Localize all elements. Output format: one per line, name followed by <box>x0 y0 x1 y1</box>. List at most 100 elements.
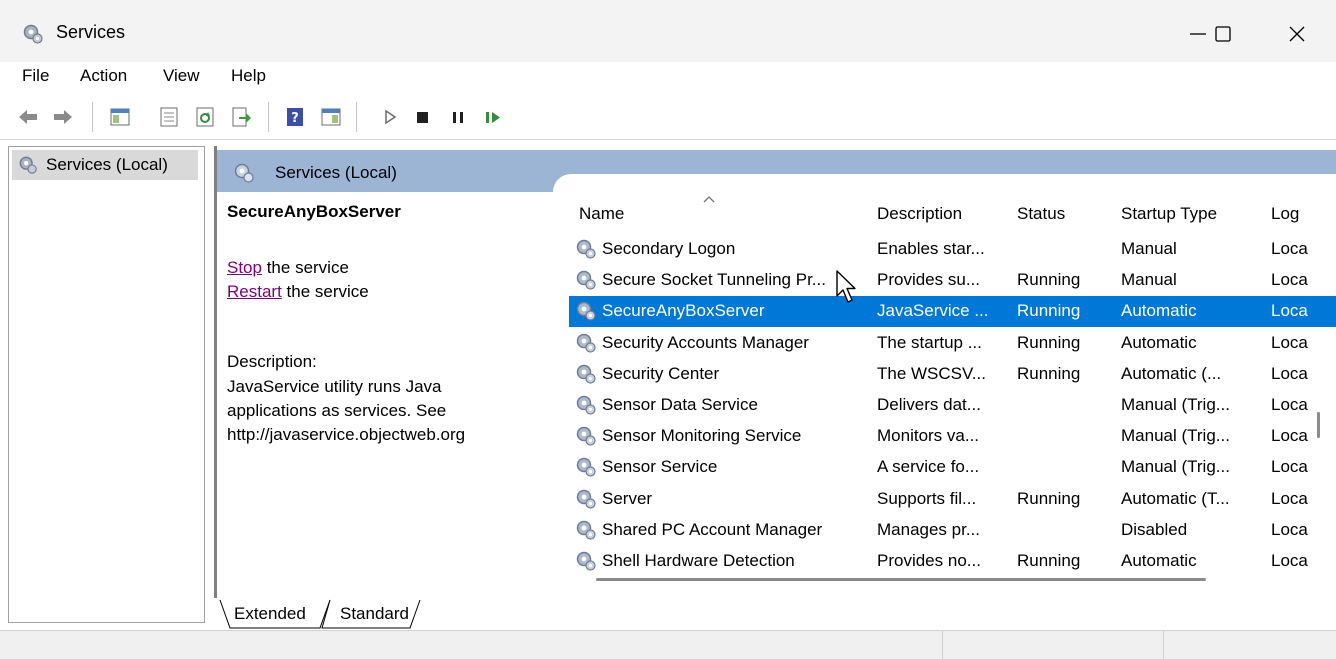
cell-description: Enables star... <box>877 239 985 258</box>
table-row[interactable]: Secure Socket Tunneling Pr... Provides su… <box>569 265 1336 296</box>
restart-suffix: the service <box>281 282 369 301</box>
cell-startup: Automatic (... <box>1121 363 1222 383</box>
cell-description: The WSCSV... <box>877 363 986 383</box>
close-button[interactable] <box>1265 12 1329 56</box>
restart-action: Restart the service <box>227 282 369 302</box>
cell-startup: Manual <box>1121 270 1177 290</box>
gears-icon <box>19 156 37 174</box>
table-row[interactable]: Shared PC Account Manager Manages pr... Di… <box>569 515 1336 546</box>
refresh-icon <box>196 107 214 127</box>
description-text: JavaService utility runs Java applicatio… <box>227 377 466 444</box>
table-row[interactable]: Sensor Service A service fo... Manual (Tri… <box>569 452 1336 483</box>
selected-service-name: SecureAnyBoxServer <box>227 202 401 221</box>
service-details: SecureAnyBoxServer Stop the service Rest… <box>227 198 547 578</box>
table-row[interactable]: Sensor Monitoring Service Monitors va... M… <box>569 421 1336 452</box>
properties-button[interactable] <box>157 105 181 129</box>
cell-startup: Automatic <box>1121 301 1197 321</box>
window-title: Services <box>56 22 126 42</box>
table-row[interactable]: Server Supports fil... Running Automatic (T… <box>569 484 1336 515</box>
column-startup-type[interactable]: Startup Type <box>1121 204 1217 224</box>
cell-name: Sensor Data Service <box>602 395 758 414</box>
service-gear-icon <box>576 395 596 415</box>
cell-description: Provides no... <box>877 551 981 570</box>
cell-startup: Manual (Trig... <box>1121 395 1230 414</box>
show-hide-console-tree-button[interactable] <box>108 105 132 129</box>
show-hide-action-pane-icon <box>321 108 341 126</box>
cell-name: Sensor Monitoring Service <box>602 426 802 446</box>
cell-log: Loca <box>1271 301 1308 321</box>
show-hide-console-tree-icon <box>110 108 130 126</box>
stop-service-button[interactable] <box>411 105 435 129</box>
services-list: Name Description Status Startup Type Log… <box>569 192 1336 577</box>
maximize-button[interactable] <box>1191 12 1255 56</box>
console-tree: Services (Local) <box>8 146 205 623</box>
status-bar <box>0 630 1336 659</box>
toolbar-separator <box>268 102 269 132</box>
cell-log: Loca <box>1271 332 1308 352</box>
stop-service-icon <box>417 112 428 123</box>
column-description[interactable]: Description <box>877 204 962 224</box>
cell-name: Sensor Service <box>602 457 718 477</box>
service-gear-icon <box>576 364 596 384</box>
toolbar: ? <box>0 92 1336 140</box>
start-service-button[interactable] <box>378 105 402 129</box>
service-gear-icon <box>576 239 596 259</box>
refresh-button[interactable] <box>193 105 217 129</box>
list-header: Name Description Status Startup Type Log <box>569 192 1336 234</box>
vertical-scrollbar[interactable] <box>1317 412 1320 438</box>
back-arrow-icon <box>19 110 37 124</box>
menu-file[interactable]: File <box>22 66 49 86</box>
tree-node-services-local[interactable]: Services (Local) <box>12 150 198 180</box>
cell-startup: Automatic <box>1121 332 1197 352</box>
table-row[interactable]: Sensor Data Service Delivers dat... Manual… <box>569 390 1336 421</box>
table-row-selected[interactable]: SecureAnyBoxServer JavaService ... Running… <box>569 296 1336 328</box>
restart-link[interactable]: Restart <box>227 282 282 301</box>
cell-startup: Manual (Trig... <box>1121 457 1230 477</box>
column-name[interactable]: Name <box>579 204 624 224</box>
description-label: Description: <box>227 352 317 371</box>
maximize-icon <box>1215 26 1231 42</box>
service-gear-icon <box>576 333 596 353</box>
resume-service-button[interactable] <box>481 105 505 129</box>
help-button[interactable]: ? <box>283 105 307 129</box>
svg-text:?: ? <box>291 111 299 126</box>
table-row[interactable]: Security Center The WSCSV... Running Automa… <box>569 359 1336 390</box>
cell-startup: Manual (Trig... <box>1121 426 1230 446</box>
stop-link[interactable]: Stop <box>227 258 262 277</box>
cell-log: Loca <box>1271 270 1308 290</box>
properties-icon <box>160 107 178 127</box>
column-status[interactable]: Status <box>1017 204 1065 224</box>
forward-arrow-icon <box>54 110 72 124</box>
cell-status: Running <box>1017 551 1081 570</box>
cell-name: Secondary Logon <box>602 239 736 258</box>
cell-description: JavaService ... <box>877 301 989 321</box>
table-row[interactable]: Shell Hardware Detection Provides no... Ru… <box>569 546 1336 577</box>
menu-help[interactable]: Help <box>231 66 266 86</box>
gears-icon <box>234 163 254 183</box>
cell-status: Running <box>1017 488 1081 508</box>
horizontal-scrollbar[interactable] <box>596 578 1206 581</box>
cell-startup: Automatic <box>1121 551 1197 570</box>
table-row[interactable]: Security Accounts Manager The startup ...… <box>569 328 1336 359</box>
tree-node-label: Services (Local) <box>46 155 168 174</box>
export-list-button[interactable] <box>229 105 253 129</box>
cell-description: Supports fil... <box>877 488 977 508</box>
status-divider <box>942 631 943 659</box>
forward-button[interactable] <box>51 105 75 129</box>
cell-name: Secure Socket Tunneling Pr... <box>602 270 826 290</box>
show-hide-action-pane-button[interactable] <box>319 105 343 129</box>
menu-action[interactable]: Action <box>80 66 127 86</box>
cell-log: Loca <box>1271 426 1308 446</box>
service-gear-icon <box>576 489 596 509</box>
sort-ascending-icon <box>703 196 715 203</box>
menu-view[interactable]: View <box>163 66 200 86</box>
back-button[interactable] <box>16 105 40 129</box>
cell-log: Loca <box>1271 519 1308 539</box>
table-row[interactable]: Secondary Logon Enables star... Manual Loca <box>569 234 1336 265</box>
view-tabs: Extended Standard <box>214 598 514 632</box>
mouse-pointer-icon <box>836 270 856 303</box>
cell-name: Shell Hardware Detection <box>602 551 795 570</box>
column-log-on-as[interactable]: Log <box>1271 204 1299 224</box>
pause-service-button[interactable] <box>446 105 470 129</box>
service-gear-icon <box>576 270 596 290</box>
